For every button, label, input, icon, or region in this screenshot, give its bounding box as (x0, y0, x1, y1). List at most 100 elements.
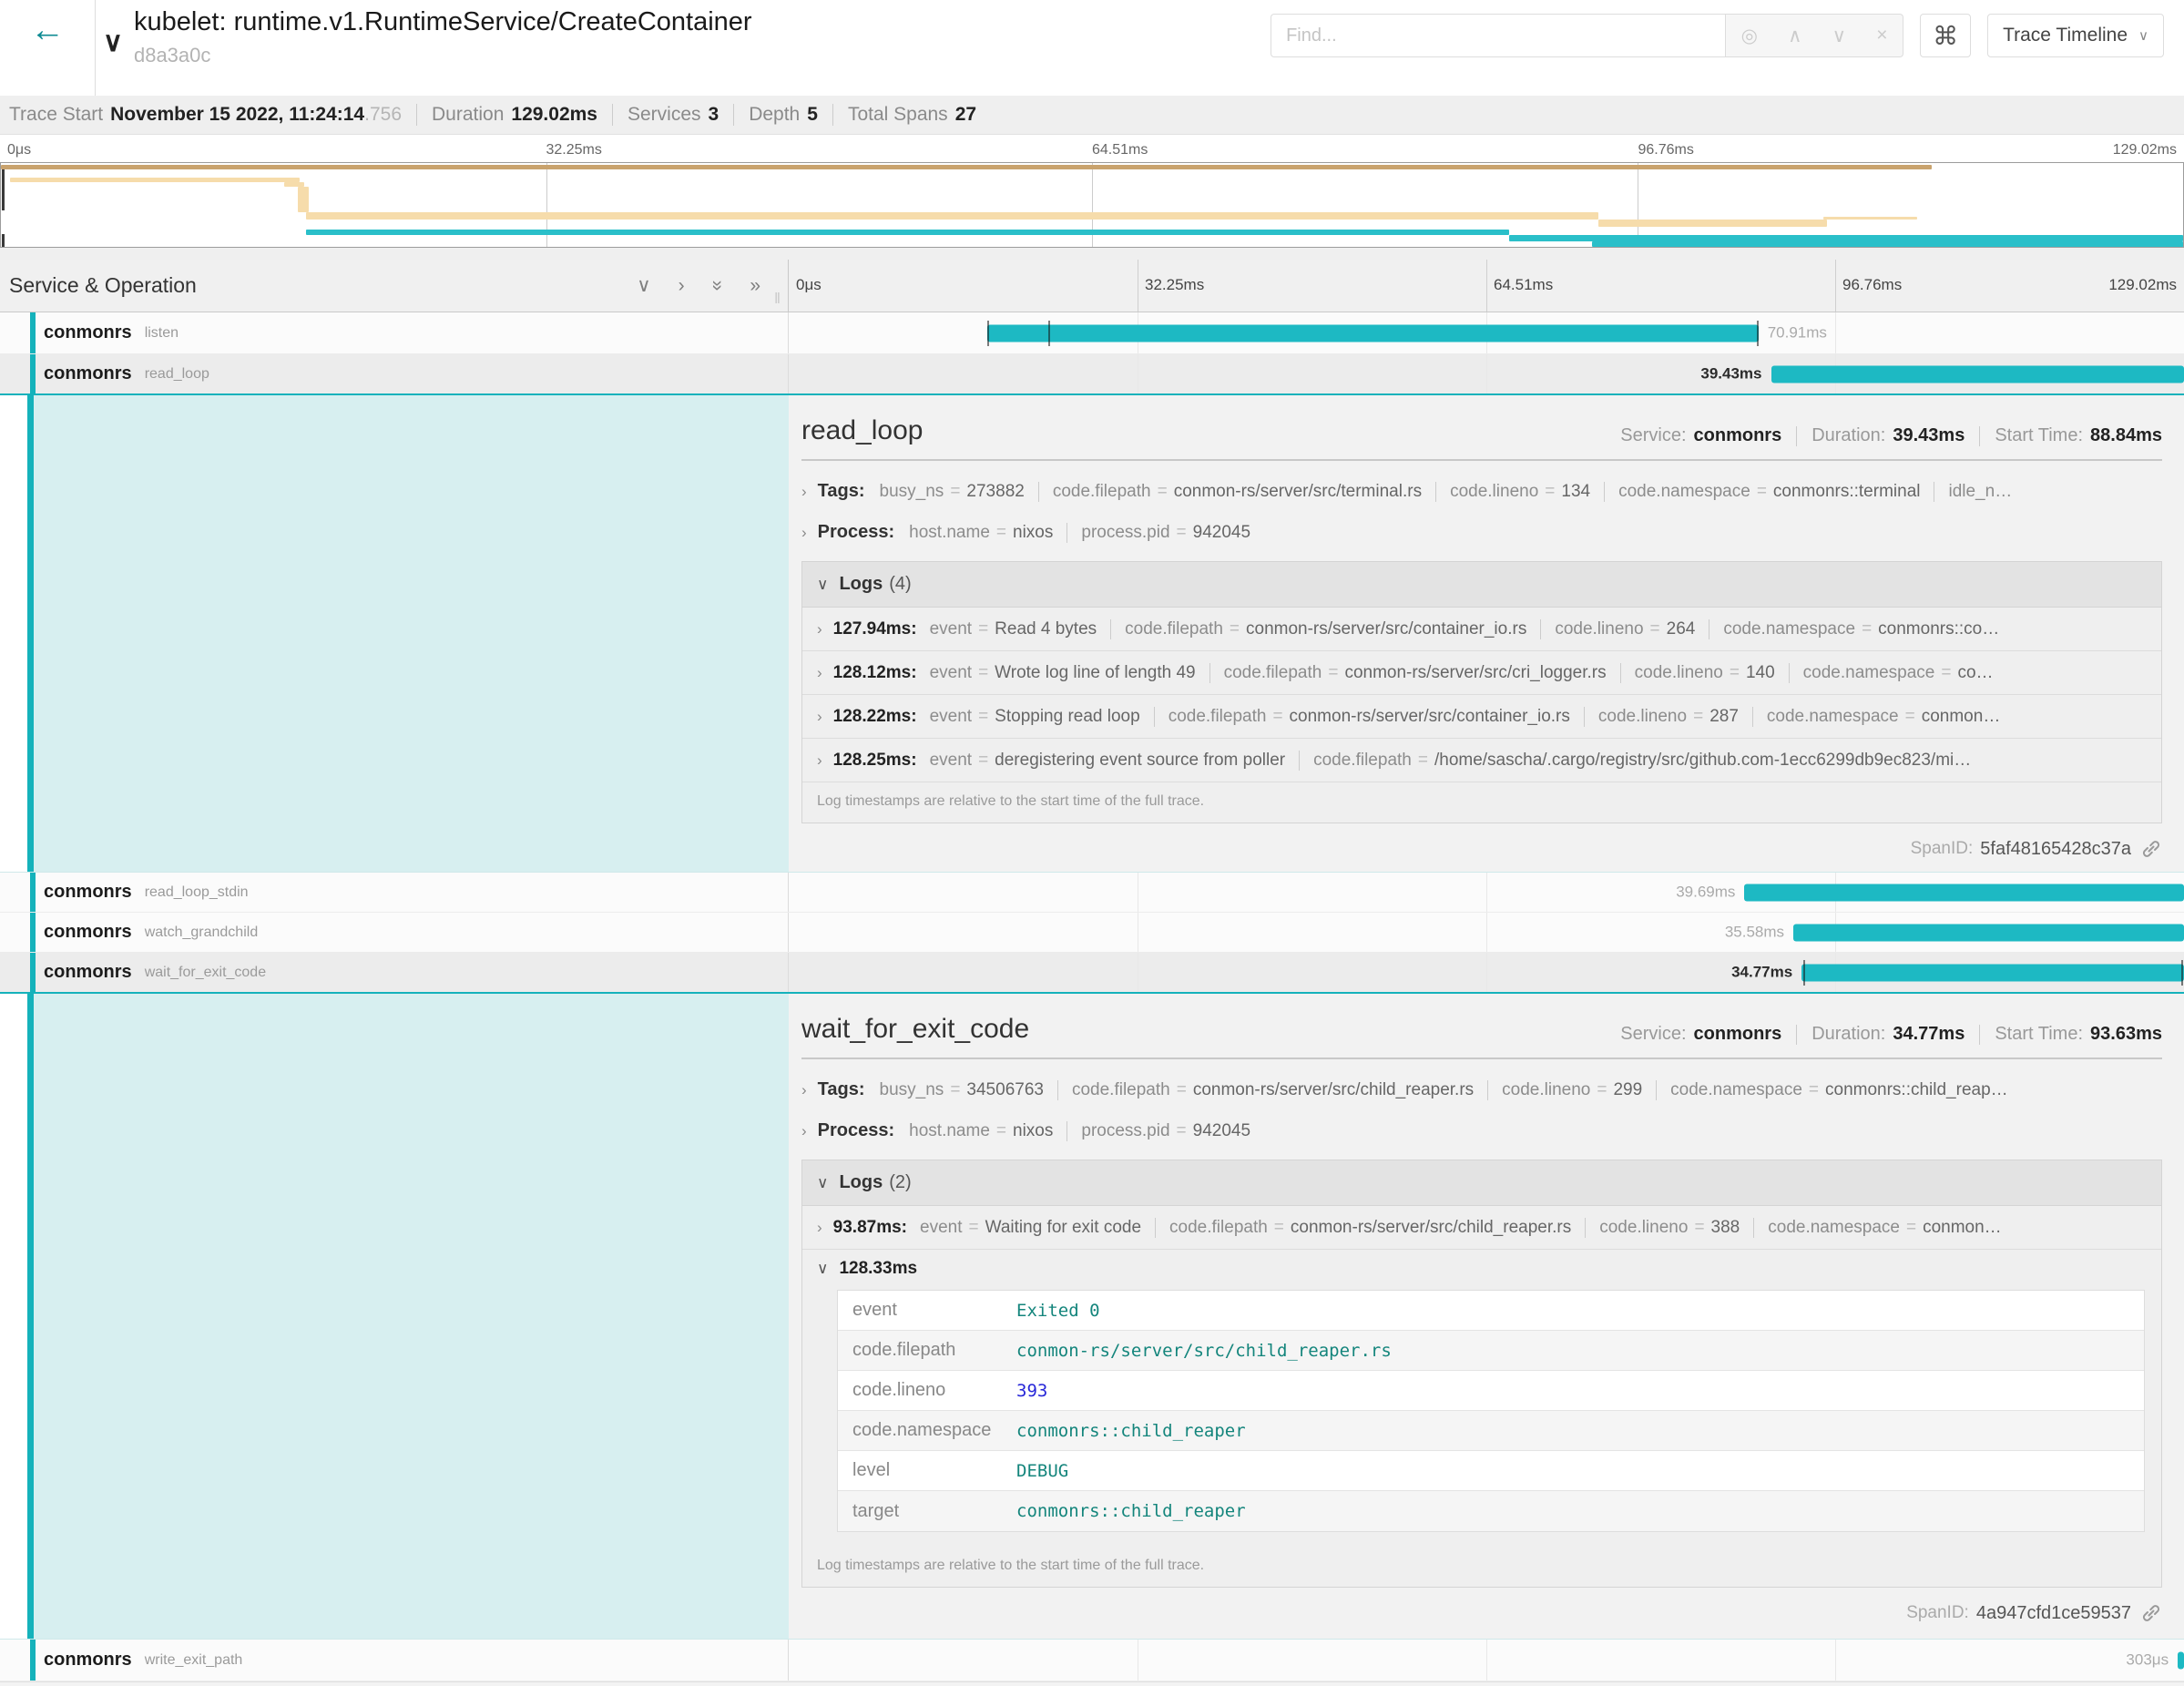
log-field-row: eventExited 0 (838, 1291, 2144, 1331)
keyboard-shortcuts-button[interactable]: ⌘ (1920, 14, 1971, 57)
link-icon[interactable] (2140, 1602, 2162, 1624)
view-selector-button[interactable]: Trace Timeline ∨ (1987, 14, 2164, 57)
divider (801, 1058, 2162, 1059)
kv-equals: = (1274, 1218, 1284, 1238)
log-entry[interactable]: › 128.25ms: event=deregistering event so… (802, 739, 2161, 782)
tags-row[interactable]: › Tags: busy_ns=34506763code.filepath=co… (801, 1079, 2162, 1100)
process-row[interactable]: › Process: host.name=nixosprocess.pid=94… (801, 1120, 2162, 1141)
chevron-down-icon: ∨ (2138, 27, 2148, 44)
minimap-viewport-handle[interactable] (2, 165, 5, 210)
minimap-span-segment (1598, 220, 1828, 227)
tags-list: busy_ns=273882code.filepath=conmon-rs/se… (880, 482, 2013, 502)
span-name-cell[interactable]: conmonrs watch_grandchild (0, 913, 789, 952)
minimap-viewport-handle-bottom[interactable] (2, 234, 5, 247)
span-bar-cell[interactable]: 39.43ms (789, 354, 2184, 393)
kv-equals: = (950, 1080, 960, 1100)
chevron-right-icon: › (817, 620, 822, 639)
span-row-watch_grandchild: conmonrs watch_grandchild 35.58ms (0, 913, 2184, 953)
kv-value: conmon-rs/server/src/child_reaper.rs (1291, 1218, 1571, 1238)
back-arrow-icon[interactable]: ← (30, 13, 65, 96)
logs-header[interactable]: ∨ Logs (4) (802, 562, 2161, 608)
service-name: conmonrs (44, 962, 132, 983)
span-name-cell[interactable]: conmonrs read_loop (0, 354, 789, 393)
span-title: wait_for_exit_code (801, 1014, 1029, 1045)
log-entry[interactable]: › 127.94ms: event=Read 4 bytescode.filep… (802, 608, 2161, 651)
logs-count: (4) (889, 574, 911, 595)
minimap-span-segment (1592, 241, 2183, 247)
span-bar[interactable]: 39.43ms (1771, 365, 2184, 383)
title-collapse-chevron-icon[interactable]: ∨ (103, 29, 123, 96)
log-entry[interactable]: › 128.22ms: event=Stopping read loopcode… (802, 695, 2161, 739)
collapse-all-icon[interactable]: » (708, 281, 727, 291)
kv-equals: = (1757, 482, 1767, 502)
span-bar-cell[interactable]: 34.77ms (789, 953, 2184, 992)
chevron-right-icon: › (817, 1219, 822, 1237)
span-bar[interactable]: 39.69ms (1744, 884, 2184, 901)
span-name-cell[interactable]: conmonrs listen (0, 312, 789, 353)
minimap-span-segment (2166, 246, 2183, 248)
find-next-icon[interactable]: ∨ (1832, 25, 1846, 47)
divider (1209, 663, 1210, 683)
kv-equals: = (978, 707, 988, 727)
span-name-cell[interactable]: conmonrs write_exit_path (0, 1640, 789, 1681)
expand-one-icon[interactable]: › (679, 276, 685, 295)
divider (416, 104, 417, 126)
find-controls: ◎ ∧ ∨ × (1726, 14, 1903, 57)
span-name-cell[interactable]: conmonrs read_loop_stdin (0, 873, 789, 912)
log-field-key: level (838, 1460, 1016, 1481)
log-field-value: DEBUG (1016, 1461, 1068, 1481)
logs-label: Logs (839, 574, 883, 595)
back-button[interactable]: ← (0, 0, 96, 96)
span-duration-label: 34.77ms (1731, 964, 1801, 982)
span-name-cell[interactable]: conmonrs wait_for_exit_code (0, 953, 789, 992)
operation-name: watch_grandchild (145, 925, 259, 941)
kv-value: 264 (1667, 619, 1696, 639)
span-bar[interactable]: 70.91ms (987, 324, 1759, 342)
log-field-value: 393 (1016, 1381, 1047, 1401)
link-icon[interactable] (2140, 838, 2162, 860)
span-bar-cell[interactable]: 70.91ms (789, 312, 2184, 353)
span-bar-cell[interactable]: 303μs (789, 1640, 2184, 1681)
duration-meta-value: 39.43ms (1893, 425, 1965, 446)
minimap-gap (0, 248, 2184, 260)
divider (1656, 1080, 1657, 1100)
span-bar[interactable]: 35.58ms (1793, 924, 2184, 941)
minimap-canvas[interactable] (0, 162, 2184, 248)
tags-row[interactable]: › Tags: busy_ns=273882code.filepath=conm… (801, 481, 2162, 502)
divider (1604, 482, 1605, 502)
find-input[interactable] (1271, 14, 1726, 57)
expand-all-icon[interactable]: » (750, 276, 760, 295)
service-color-accent (30, 312, 36, 353)
minimap-span-segment (306, 230, 1508, 235)
span-row-listen: conmonrs listen 70.91ms (0, 312, 2184, 354)
locate-icon[interactable]: ◎ (1741, 25, 1758, 47)
span-id-value: 4a947cfd1ce59537 (1976, 1603, 2131, 1624)
log-entry[interactable]: › 93.87ms: event=Waiting for exit codeco… (802, 1206, 2161, 1250)
trace-start-value: November 15 2022, 11:24:14.756 (110, 104, 402, 126)
span-bar[interactable]: 34.77ms (1801, 964, 2184, 981)
log-timestamp: 93.87ms: (833, 1218, 907, 1238)
find-clear-icon[interactable]: × (1876, 25, 1887, 46)
find-prev-icon[interactable]: ∧ (1788, 25, 1801, 47)
kv-equals: = (1730, 663, 1740, 683)
span-bar[interactable]: 303μs (2178, 1651, 2184, 1669)
span-log-tick (1803, 960, 1805, 986)
collapse-one-icon[interactable]: ∨ (637, 276, 650, 295)
log-entry-expanded[interactable]: ∨ 128.33ms (802, 1250, 2161, 1288)
log-entry[interactable]: › 128.12ms: event=Wrote log line of leng… (802, 651, 2161, 695)
kv-key: process.pid (1081, 1121, 1169, 1141)
timeline-tick-3: 96.76ms (1835, 276, 1902, 294)
kv-value: Wrote log line of length 49 (995, 663, 1195, 683)
view-selector-label: Trace Timeline (2003, 25, 2128, 46)
logs-header[interactable]: ∨ Logs (2) (802, 1160, 2161, 1206)
span-id-label: SpanID: (1906, 1603, 1969, 1623)
span-bar-cell[interactable]: 39.69ms (789, 873, 2184, 912)
service-color-accent (30, 873, 36, 912)
span-bar-cell[interactable]: 35.58ms (789, 913, 2184, 952)
kv-value: 140 (1746, 663, 1775, 683)
divider (1796, 1025, 1797, 1045)
minimap-axis: 0μs 32.25ms 64.51ms 96.76ms 129.02ms (0, 135, 2184, 162)
operation-name: listen (145, 325, 179, 342)
process-row[interactable]: › Process: host.name=nixosprocess.pid=94… (801, 522, 2162, 543)
column-resize-grip[interactable]: ‖ (774, 290, 781, 308)
